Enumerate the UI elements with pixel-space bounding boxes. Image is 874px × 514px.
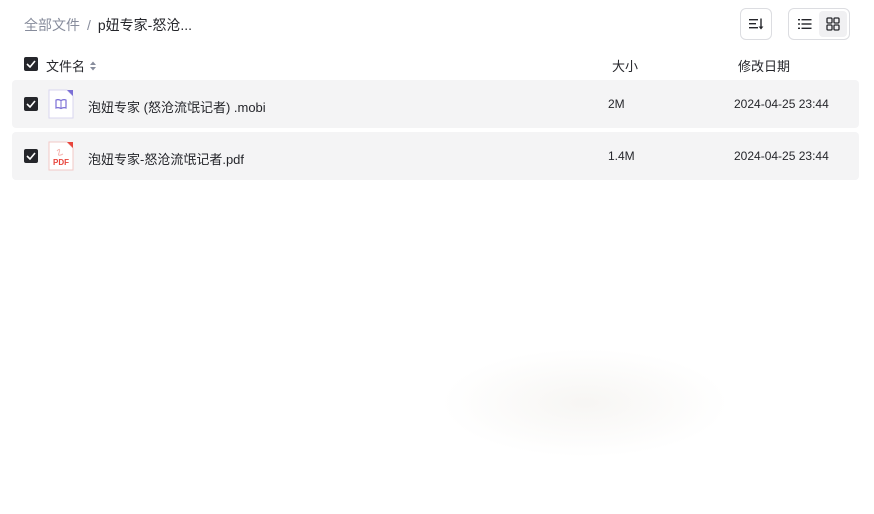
column-header-size[interactable]: 大小 [612, 56, 638, 75]
grid-view-button[interactable] [819, 11, 847, 37]
file-date: 2024-04-25 23:44 [734, 97, 829, 111]
breadcrumb-separator: / [87, 17, 91, 33]
file-size: 1.4M [608, 149, 635, 163]
row-checkbox[interactable] [24, 97, 38, 111]
column-header-date[interactable]: 修改日期 [738, 56, 790, 75]
select-all-checkbox[interactable] [24, 57, 38, 71]
list-view-button[interactable] [791, 11, 819, 37]
view-toggle [788, 8, 850, 40]
table-header: 文件名 大小 修改日期 [0, 52, 874, 76]
sort-list-icon [749, 18, 764, 30]
file-size: 2M [608, 97, 625, 111]
grid-view-icon [826, 17, 840, 31]
pdf-icon-label: PDF [53, 158, 69, 167]
row-checkbox[interactable] [24, 149, 38, 163]
background-glow [440, 348, 730, 458]
breadcrumb: 全部文件 / p妞专家-怒沧... [24, 15, 192, 35]
sort-button[interactable] [740, 8, 772, 40]
column-header-name[interactable]: 文件名 [46, 56, 97, 75]
check-icon [26, 100, 36, 108]
pdf-file-icon: PDF [48, 141, 74, 171]
file-name[interactable]: 泡妞专家-怒沧流氓记者.pdf [88, 149, 244, 168]
table-row[interactable]: PDF 泡妞专家-怒沧流氓记者.pdf 1.4M 2024-04-25 23:4… [12, 132, 859, 180]
top-bar: 全部文件 / p妞专家-怒沧... [0, 0, 874, 48]
column-name-label: 文件名 [46, 59, 86, 74]
sort-toggle-icon [90, 61, 97, 70]
breadcrumb-current: p妞专家-怒沧... [97, 17, 193, 33]
table-row[interactable]: 泡妞专家 (怒沧流氓记者) .mobi 2M 2024-04-25 23:44 [12, 80, 859, 128]
check-icon [26, 60, 36, 68]
file-date: 2024-04-25 23:44 [734, 149, 829, 163]
ebook-file-icon [48, 89, 74, 119]
file-name[interactable]: 泡妞专家 (怒沧流氓记者) .mobi [88, 97, 266, 116]
breadcrumb-root[interactable]: 全部文件 [24, 15, 80, 35]
check-icon [26, 152, 36, 160]
list-view-icon [798, 19, 812, 29]
